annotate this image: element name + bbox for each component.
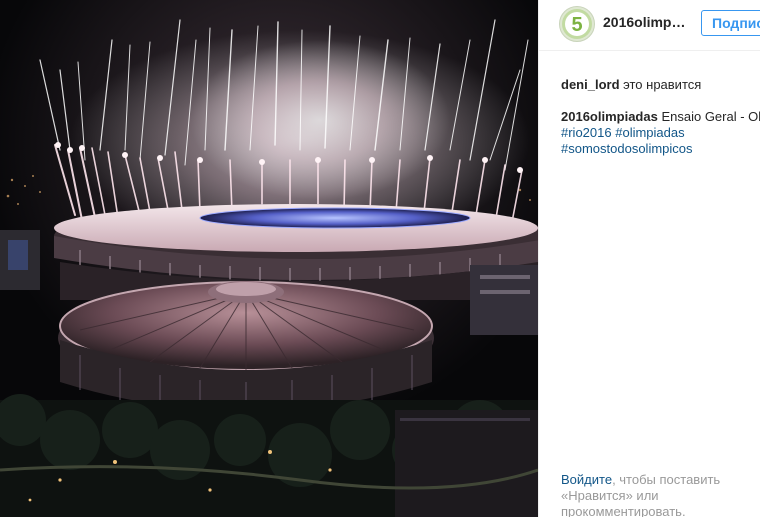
- avatar[interactable]: 5: [559, 6, 595, 42]
- post-header: 5 2016olimpia... Подпис: [539, 0, 760, 51]
- post-username[interactable]: 2016olimpia...: [603, 14, 689, 30]
- login-link[interactable]: Войдите: [561, 472, 612, 487]
- post-photo[interactable]: [0, 0, 538, 517]
- olympic-5-logo-icon: 5: [562, 9, 592, 39]
- hashtag-somostodosolimpicos[interactable]: #somostodosolimpicos: [561, 141, 693, 156]
- caption-first-line: 2016olimpiadas Ensaio Geral - Oli: [561, 109, 760, 125]
- likes-text: это нравится: [623, 77, 702, 92]
- post-sidebar: 5 2016olimpia... Подпис deni_lord это нр…: [538, 0, 760, 517]
- login-prompt-line1: , чтобы поставить: [612, 472, 721, 487]
- stadium-fireworks-image: [0, 0, 538, 517]
- liker-username[interactable]: deni_lord: [561, 77, 620, 92]
- login-prompt-line3: прокомментировать.: [561, 504, 686, 517]
- follow-button[interactable]: Подпис: [701, 10, 760, 36]
- hashtag-olimpiadas[interactable]: #olimpiadas: [615, 125, 684, 140]
- caption-username[interactable]: 2016olimpiadas: [561, 109, 658, 124]
- likes-line: deni_lord это нравится: [561, 77, 701, 92]
- caption-text: Ensaio Geral - Oli: [661, 109, 760, 124]
- svg-text:5: 5: [571, 14, 582, 36]
- hashtag-rio2016[interactable]: #rio2016: [561, 125, 612, 140]
- post-caption: 2016olimpiadas Ensaio Geral - Oli #rio20…: [561, 109, 760, 157]
- login-prompt-line2: «Нравится» или: [561, 488, 659, 503]
- login-prompt: Войдите, чтобы поставить «Нравится» или …: [561, 472, 760, 517]
